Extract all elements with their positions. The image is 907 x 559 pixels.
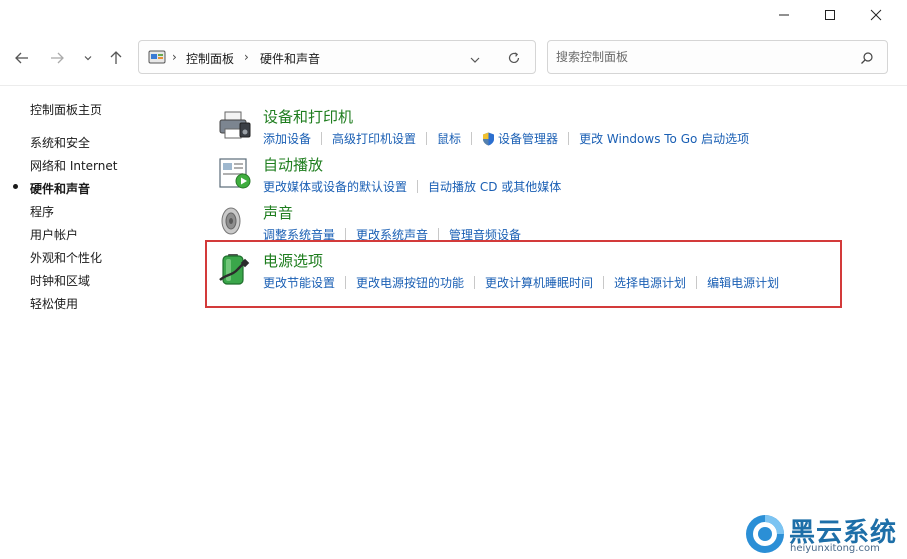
close-button[interactable] — [853, 0, 899, 30]
arrow-up-icon — [110, 51, 122, 64]
up-button[interactable] — [104, 46, 128, 70]
sidebar-item-network[interactable]: 网络和 Internet — [30, 157, 117, 174]
category-devices-printers: 设备和打印机 添加设备 高级打印机设置 鼠标 设备管理器 更改 Windows … — [218, 106, 858, 150]
link-separator — [426, 132, 428, 145]
sidebar-item-appearance[interactable]: 外观和个性化 — [30, 249, 102, 266]
sidebar-item-hardware-sound[interactable]: 硬件和声音 — [30, 180, 90, 197]
link-autoplay-cd[interactable]: 自动播放 CD 或其他媒体 — [428, 178, 561, 195]
link-add-device[interactable]: 添加设备 — [263, 130, 311, 147]
recent-locations-button[interactable] — [76, 46, 100, 70]
breadcrumb-separator: › — [172, 50, 177, 64]
sidebar-item-ease-of-access[interactable]: 轻松使用 — [30, 295, 78, 312]
category-autoplay: 自动播放 更改媒体或设备的默认设置 自动播放 CD 或其他媒体 — [218, 154, 858, 198]
shield-icon — [483, 132, 495, 145]
title-bar — [0, 0, 907, 30]
minimize-icon — [779, 14, 789, 16]
category-title-autoplay[interactable]: 自动播放 — [263, 154, 323, 175]
link-separator — [471, 132, 473, 145]
close-icon — [870, 9, 882, 21]
watermark: 黑云系统 heiyunxitong.com — [744, 512, 904, 558]
forward-button[interactable] — [45, 46, 69, 70]
category-links: 添加设备 高级打印机设置 鼠标 设备管理器 更改 Windows To Go 启… — [263, 130, 749, 147]
navigation-bar: › 控制面板 › 硬件和声音 — [0, 36, 907, 80]
highlight-box — [205, 240, 842, 308]
sidebar-item-home[interactable]: 控制面板主页 — [30, 101, 102, 118]
arrow-right-icon — [51, 52, 64, 64]
link-advanced-printer-setup[interactable]: 高级打印机设置 — [332, 130, 416, 147]
watermark-logo-icon — [746, 515, 784, 553]
control-panel-icon — [148, 50, 166, 64]
breadcrumb-separator: › — [244, 50, 249, 64]
active-indicator — [13, 184, 18, 189]
speaker-icon — [221, 207, 241, 235]
sidebar-item-user-accounts[interactable]: 用户帐户 — [30, 226, 78, 243]
link-separator — [321, 132, 323, 145]
breadcrumb-control-panel[interactable]: 控制面板 — [186, 50, 234, 67]
sidebar-item-clock-region[interactable]: 时钟和区域 — [30, 272, 90, 289]
category-links: 更改媒体或设备的默认设置 自动播放 CD 或其他媒体 — [263, 178, 561, 195]
search-box[interactable] — [547, 40, 888, 74]
sidebar: 控制面板主页 系统和安全 网络和 Internet 硬件和声音 程序 用户帐户 … — [0, 86, 200, 559]
minimize-button[interactable] — [761, 0, 807, 30]
category-title-sound[interactable]: 声音 — [263, 202, 293, 223]
link-separator — [568, 132, 570, 145]
link-device-manager[interactable]: 设备管理器 — [482, 130, 558, 147]
printer-icon — [219, 111, 251, 139]
maximize-button[interactable] — [807, 0, 853, 30]
breadcrumb-hardware-sound[interactable]: 硬件和声音 — [260, 50, 320, 67]
refresh-icon — [508, 52, 520, 64]
address-bar[interactable]: › 控制面板 › 硬件和声音 — [138, 40, 536, 74]
chevron-down-icon — [84, 56, 92, 61]
refresh-button[interactable] — [507, 50, 521, 69]
back-button[interactable] — [10, 46, 34, 70]
sidebar-item-system-security[interactable]: 系统和安全 — [30, 134, 90, 151]
link-change-media-defaults[interactable]: 更改媒体或设备的默认设置 — [263, 178, 407, 195]
link-mouse[interactable]: 鼠标 — [437, 130, 461, 147]
watermark-url: heiyunxitong.com — [790, 543, 880, 554]
link-separator — [417, 180, 419, 193]
autoplay-icon — [219, 158, 251, 189]
chevron-down-icon — [470, 57, 480, 63]
category-title-devices-printers[interactable]: 设备和打印机 — [263, 106, 353, 127]
address-dropdown-button[interactable] — [469, 51, 481, 70]
link-windows-to-go[interactable]: 更改 Windows To Go 启动选项 — [579, 130, 749, 147]
search-input[interactable] — [556, 48, 846, 66]
maximize-icon — [825, 10, 835, 20]
sidebar-item-programs[interactable]: 程序 — [30, 203, 54, 220]
search-icon[interactable] — [860, 50, 874, 69]
arrow-left-icon — [15, 52, 28, 64]
link-device-manager-label: 设备管理器 — [498, 132, 559, 146]
